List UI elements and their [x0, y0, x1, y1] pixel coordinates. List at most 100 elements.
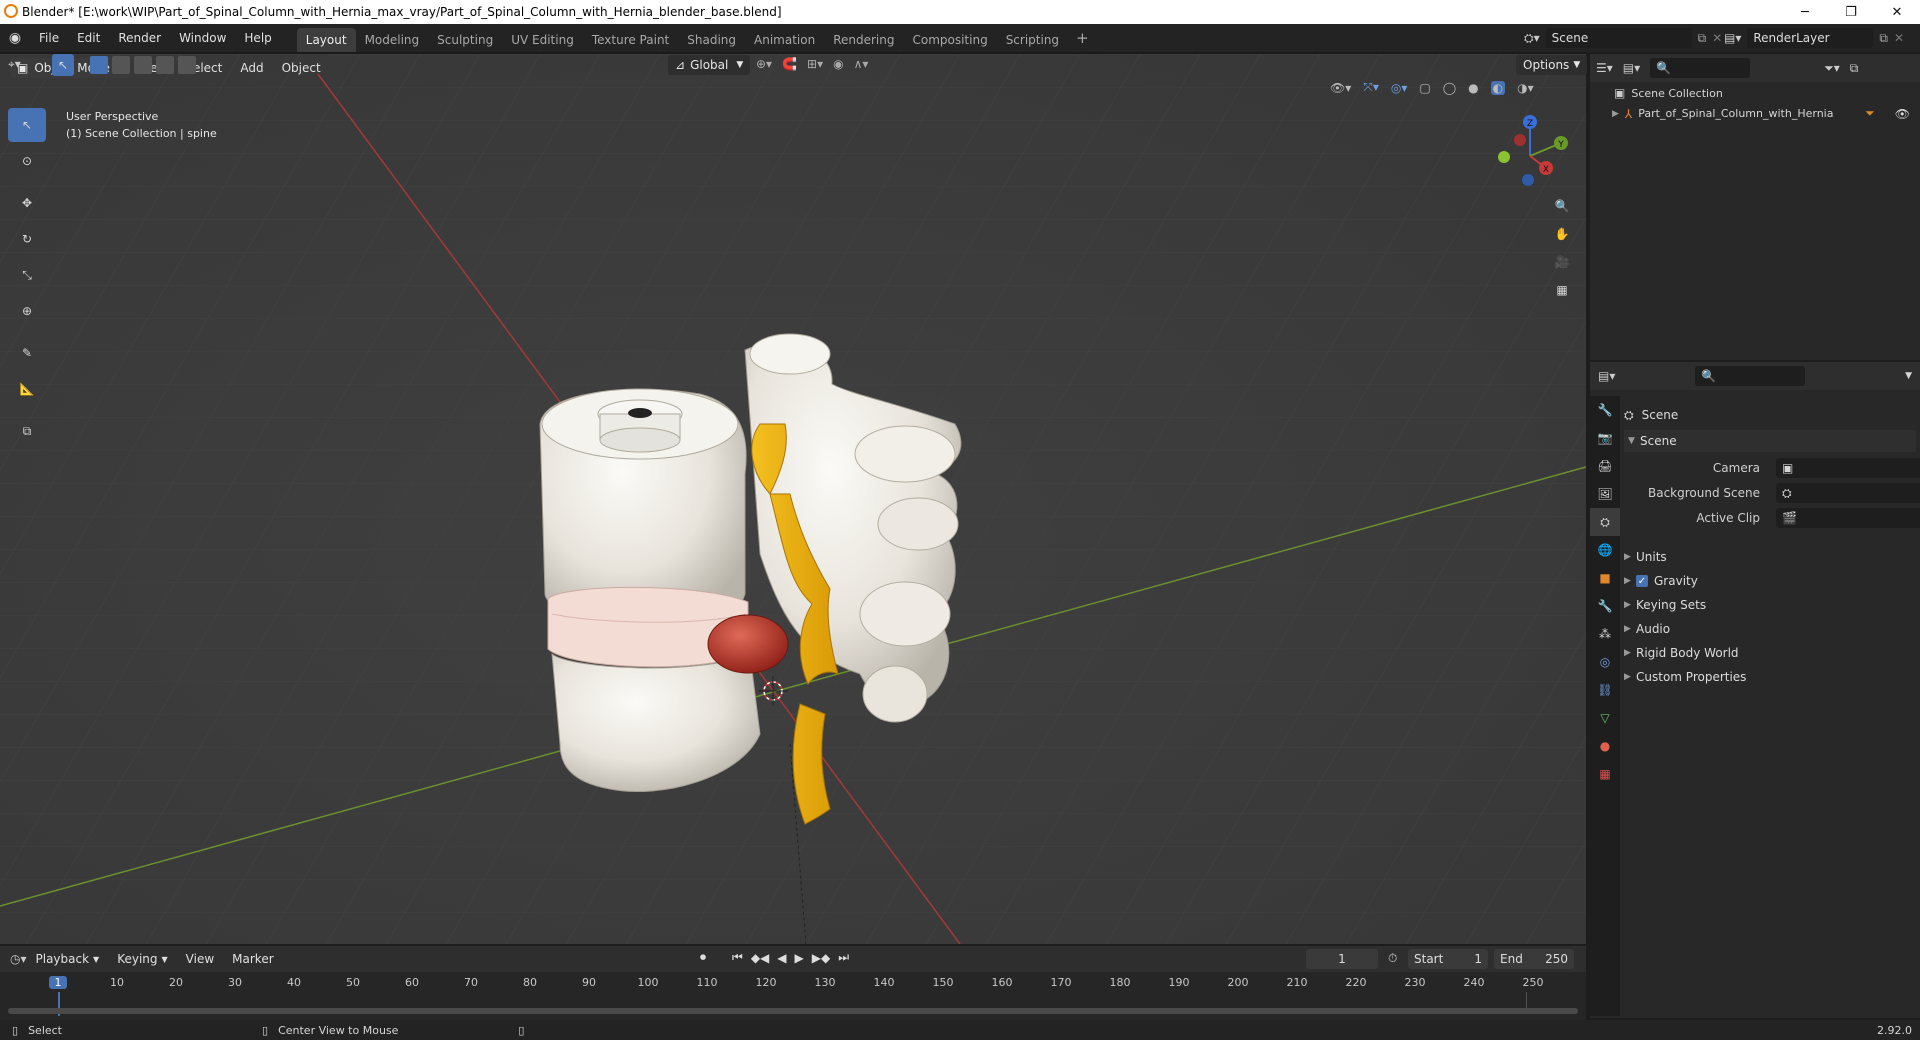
new-view-layer-icon[interactable]: ⧉ [1879, 31, 1888, 46]
jump-end-icon[interactable]: ⏭ [838, 950, 849, 965]
tab-compositing[interactable]: Compositing [903, 28, 996, 52]
object-tab-icon[interactable]: ■ [1590, 564, 1620, 592]
menu-file[interactable]: File [30, 27, 68, 49]
menu-help[interactable]: Help [235, 27, 280, 49]
select-box-tool-icon[interactable]: ↖ [52, 54, 74, 76]
close-button[interactable]: ✕ [1874, 0, 1920, 24]
data-tab-icon[interactable]: ▽ [1590, 704, 1620, 732]
timeline-editor-icon[interactable]: ◷▾ [10, 952, 27, 966]
panel-gravity[interactable]: ▶ ✓ Gravity [1624, 570, 1698, 592]
mode-difference-icon[interactable] [156, 56, 174, 74]
eye-visibility-icon[interactable]: 👁 [1895, 107, 1910, 121]
timeline-menu-view[interactable]: View [177, 948, 223, 970]
pivot-icon[interactable]: ⊕▾ [756, 57, 772, 71]
restore-button[interactable]: ❐ [1828, 0, 1874, 24]
mode-intersect-icon[interactable] [178, 56, 196, 74]
delete-scene-icon[interactable]: ✕ [1712, 31, 1722, 45]
snap-icon[interactable]: 🧲 [782, 57, 797, 71]
menu-render[interactable]: Render [109, 27, 170, 49]
viewport-menu-object[interactable]: Object [273, 57, 330, 79]
transform-tool-icon[interactable]: ⊕ [8, 294, 46, 328]
add-cube-tool-icon[interactable]: ⧉ [8, 414, 46, 448]
expand-arrow-icon[interactable]: ▶ [1612, 109, 1619, 119]
camera-field[interactable]: ▣✒ [1776, 458, 1920, 478]
minimize-button[interactable]: ─ [1782, 0, 1828, 24]
pan-hand-icon[interactable]: ✋ [1548, 220, 1576, 248]
mode-subtract-icon[interactable] [134, 56, 152, 74]
mode-new-icon[interactable] [90, 56, 108, 74]
outliner-scene-collection[interactable]: ▣ Scene Collection [1614, 86, 1723, 100]
chevron-down-icon[interactable]: ▼ [1905, 371, 1912, 381]
view-layer-tab-icon[interactable]: 🖼 [1590, 480, 1620, 508]
falloff-icon[interactable]: ∧▾ [854, 57, 869, 71]
tab-uv-editing[interactable]: UV Editing [502, 28, 583, 52]
clock-icon[interactable]: ⏱ [1388, 951, 1397, 966]
properties-editor-icon[interactable]: ▤▾ [1598, 369, 1615, 383]
gizmo-icon[interactable]: ⤧▾ [1363, 80, 1379, 95]
gravity-checkbox[interactable]: ✓ [1636, 575, 1648, 587]
play-reverse-icon[interactable]: ◀ [777, 951, 786, 965]
render-tab-icon[interactable]: 📷 [1590, 424, 1620, 452]
scene-tab-icon[interactable]: ⛭ [1590, 508, 1620, 536]
scene-selector[interactable]: Scene [1545, 28, 1692, 48]
add-workspace-icon[interactable]: + [1068, 29, 1097, 47]
blender-menu-icon[interactable]: ◉ [0, 30, 30, 46]
scene-icon[interactable]: ⛭▾ [1524, 31, 1540, 46]
next-keyframe-icon[interactable]: ▶◆ [812, 951, 830, 965]
output-tab-icon[interactable]: 🖨 [1590, 452, 1620, 480]
tab-animation[interactable]: Animation [745, 28, 824, 52]
particles-tab-icon[interactable]: ⁂ [1590, 620, 1620, 648]
delete-view-layer-icon[interactable]: ✕ [1894, 31, 1904, 45]
panel-keying-sets[interactable]: ▶ Keying Sets [1624, 594, 1706, 616]
tab-modeling[interactable]: Modeling [356, 28, 429, 52]
modifier-filter-icon[interactable]: ⏷ [1865, 106, 1875, 121]
constraints-tab-icon[interactable]: ⛓ [1590, 676, 1620, 704]
xray-icon[interactable]: ▢ [1419, 81, 1430, 95]
background-scene-field[interactable]: ⛭ [1776, 483, 1920, 503]
options-dropdown[interactable]: Options ▼ [1516, 55, 1588, 75]
move-tool-icon[interactable]: ✥ [8, 186, 46, 220]
zoom-icon[interactable]: 🔍 [1548, 192, 1576, 220]
editor-type-icon[interactable]: ⌖▾ [8, 57, 21, 72]
annotate-tool-icon[interactable]: ✎ [8, 336, 46, 370]
panel-custom-properties[interactable]: ▶ Custom Properties [1624, 666, 1746, 688]
transform-orientation-dropdown[interactable]: ⊿ Global ▼ [668, 55, 751, 75]
playhead[interactable]: 1 [49, 976, 67, 989]
solid-shading-icon[interactable]: ● [1468, 81, 1478, 95]
filter-icon[interactable]: ⏷▾ [1824, 61, 1840, 76]
navigation-gizmo[interactable]: Z Y X [1490, 110, 1570, 190]
panel-units[interactable]: ▶ Units [1624, 546, 1667, 568]
3d-viewport[interactable] [0, 54, 1586, 944]
tool-tab-icon[interactable]: 🔧 [1590, 396, 1620, 424]
world-tab-icon[interactable]: 🌐 [1590, 536, 1620, 564]
ortho-grid-icon[interactable]: ▦ [1548, 276, 1576, 304]
select-tool-icon[interactable]: ↖ [8, 108, 46, 142]
view-layer-icon[interactable]: ▤▾ [1724, 31, 1741, 45]
new-collection-icon[interactable]: ⧉ [1850, 61, 1859, 76]
proportional-edit-icon[interactable]: ◉ [833, 57, 843, 71]
menu-edit[interactable]: Edit [68, 27, 109, 49]
snap-target-icon[interactable]: ⊞▾ [807, 57, 823, 71]
panel-scene-header[interactable]: ▼ Scene [1624, 430, 1916, 452]
rotate-tool-icon[interactable]: ↻ [8, 222, 46, 256]
tab-layout[interactable]: Layout [296, 28, 356, 52]
overlay-icon[interactable]: ◎▾ [1391, 81, 1408, 95]
tab-sculpting[interactable]: Sculpting [428, 28, 502, 52]
outliner-search-input[interactable]: 🔍 [1650, 58, 1751, 78]
timeline-area[interactable]: 1 10 20 30 40 50 60 70 80 90 100 110 120 130 140 150 160… [0, 972, 1586, 1020]
tab-rendering[interactable]: Rendering [824, 28, 903, 52]
panel-audio[interactable]: ▶ Audio [1624, 618, 1670, 640]
display-mode-icon[interactable]: ▤▾ [1623, 61, 1640, 75]
current-frame-field[interactable]: 1 [1306, 949, 1378, 969]
mode-extend-icon[interactable] [112, 56, 130, 74]
viewport-menu-add[interactable]: Add [231, 57, 272, 79]
scale-tool-icon[interactable]: ⤡ [8, 258, 46, 292]
physics-tab-icon[interactable]: ◎ [1590, 648, 1620, 676]
tab-texture-paint[interactable]: Texture Paint [583, 28, 678, 52]
record-icon[interactable]: ⏺ [700, 950, 706, 965]
frame-ruler[interactable]: 1 10 20 30 40 50 60 70 80 90 100 110 120 130 140 150 160… [0, 976, 1586, 1016]
modifier-tab-icon[interactable]: 🔧 [1590, 592, 1620, 620]
timeline-menu-keying[interactable]: Keying ▼ [108, 948, 176, 970]
wireframe-shading-icon[interactable]: ◯ [1443, 81, 1456, 95]
camera-view-icon[interactable]: 🎥 [1548, 248, 1576, 276]
